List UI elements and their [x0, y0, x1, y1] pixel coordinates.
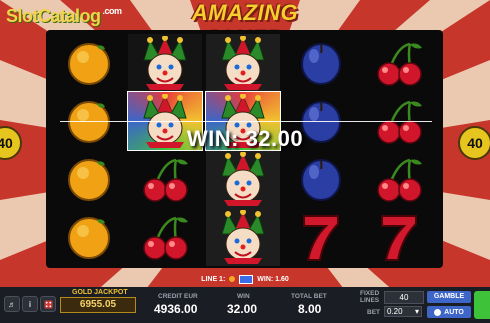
credit-value: 4936.00 [154, 302, 198, 316]
total-bet-label: TOTAL BET [291, 293, 327, 300]
fixed-lines-label: FIXED LINES [360, 290, 380, 304]
orange-symbol-icon [52, 208, 126, 266]
auto-button[interactable]: AUTO [427, 306, 471, 318]
spin-button[interactable] [474, 291, 490, 319]
line-symbol-icon [239, 274, 254, 284]
reel-4 [284, 34, 358, 266]
cherry-symbol-icon [362, 150, 436, 208]
jackpot-value: 6955.05 [60, 297, 136, 313]
fixed-lines-value: 40 [384, 291, 424, 304]
joker-symbol-icon [206, 208, 280, 266]
win-label: WIN [237, 293, 250, 300]
total-bet-value: 8.00 [298, 302, 322, 316]
line-win: WIN: 1.60 [257, 275, 289, 283]
gamble-button[interactable]: GAMBLE [427, 291, 471, 303]
plum-symbol-icon [284, 34, 358, 92]
line-count-right: 40 [458, 126, 490, 160]
speaker-icon[interactable]: ♬ [4, 296, 20, 312]
bet-value: 0.20 [387, 307, 403, 316]
reel-3 [205, 34, 281, 266]
reel-1 [52, 34, 126, 266]
cherry-symbol-icon [128, 208, 202, 266]
line-info: LINE 1: WIN: 1.60 [160, 272, 330, 286]
dice-icon[interactable] [40, 296, 56, 312]
joker-symbol-icon [206, 150, 280, 208]
line-label: LINE 1: [201, 275, 226, 283]
auto-label: AUTO [444, 308, 464, 316]
brand-logo: SlotCatalog .com [6, 6, 122, 26]
orange-symbol-icon [52, 150, 126, 208]
chevron-down-icon: ▾ [414, 307, 419, 316]
joker-symbol-icon [206, 34, 280, 92]
bet-label: BET [367, 309, 380, 316]
seven-symbol-icon [362, 208, 436, 266]
seven-symbol-icon [284, 208, 358, 266]
reel-5 [362, 34, 436, 266]
bet-selector[interactable]: 0.20 ▾ [384, 306, 422, 317]
win-line [60, 121, 432, 122]
win-value: 32.00 [227, 302, 258, 316]
credit-label: CREDIT EUR [158, 293, 198, 300]
joker-symbol-icon [128, 34, 202, 92]
jackpot-label: GOLD JACKPOT [72, 289, 128, 296]
auto-toggle-icon [434, 308, 442, 316]
reel-2 [127, 34, 203, 266]
cherry-symbol-icon [362, 34, 436, 92]
cherry-symbol-icon [128, 150, 202, 208]
plum-symbol-icon [284, 150, 358, 208]
orange-dot-icon [229, 276, 236, 282]
orange-symbol-icon [52, 34, 126, 92]
info-button[interactable]: i [22, 296, 38, 312]
